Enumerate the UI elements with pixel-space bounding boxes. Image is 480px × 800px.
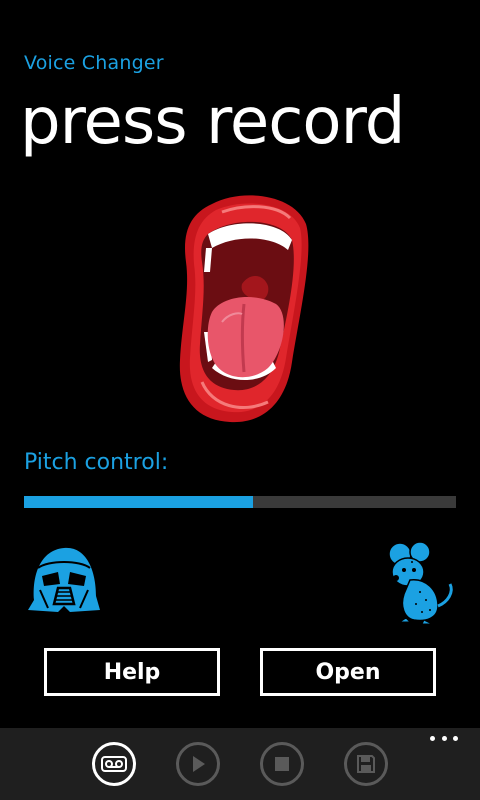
page-title: press record	[20, 85, 405, 159]
mouse-icon	[377, 541, 453, 624]
vader-icon	[28, 547, 100, 612]
mouth-icon[interactable]	[172, 192, 314, 424]
open-button[interactable]: Open	[260, 648, 436, 696]
stop-button[interactable]	[260, 742, 304, 786]
ellipsis-icon[interactable]	[430, 736, 458, 746]
pitch-slider[interactable]	[24, 496, 456, 508]
play-icon	[193, 756, 205, 772]
ellipsis-dot	[441, 736, 447, 741]
help-button[interactable]: Help	[44, 648, 220, 696]
pitch-control-label: Pitch control:	[24, 450, 169, 475]
ellipsis-dot	[430, 736, 435, 741]
voicemail-icon	[101, 756, 127, 772]
save-button[interactable]	[344, 742, 388, 786]
ellipsis-dot	[453, 736, 458, 741]
save-icon	[357, 755, 375, 773]
app-bar	[0, 728, 480, 800]
stop-icon	[275, 757, 289, 771]
app-title: Voice Changer	[24, 52, 164, 74]
pitch-slider-thumb[interactable]	[251, 496, 253, 508]
pitch-slider-fill	[24, 496, 253, 508]
record-button[interactable]	[92, 742, 136, 786]
play-button[interactable]	[176, 742, 220, 786]
